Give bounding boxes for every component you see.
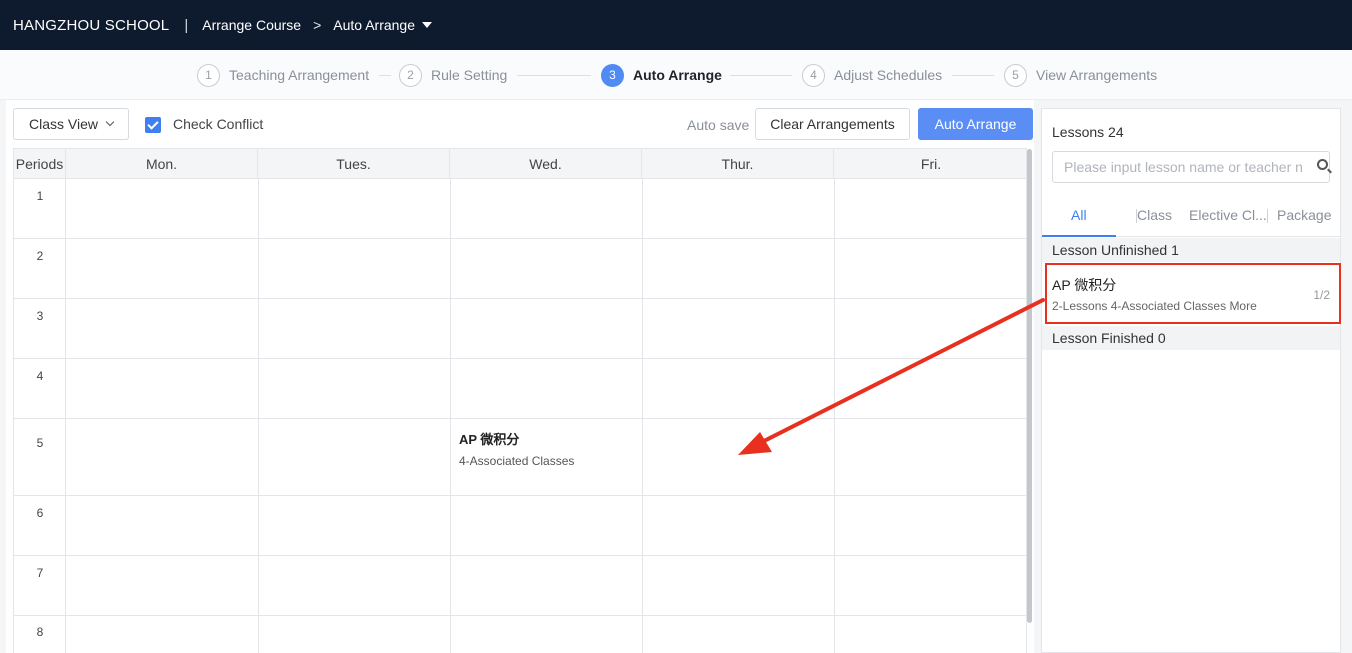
period-row[interactable]: 3 [14,299,1026,359]
day-header-wed: Wed. [450,149,642,179]
column-divider [642,179,643,653]
period-row[interactable]: 8 [14,616,1026,653]
period-number: 7 [36,566,44,580]
top-bar: HANGZHOU SCHOOL | Arrange Course > Auto … [0,0,1352,50]
step-label: Rule Setting [431,67,508,83]
caret-down-icon[interactable] [422,22,433,28]
step-label: Teaching Arrangement [229,67,370,83]
toolbar: Class View Check Conflict Auto save Clea… [13,108,1034,140]
header-separator: | [184,16,189,34]
step-label: Adjust Schedules [834,67,943,83]
tab-class-label: Class [1137,207,1173,223]
day-header-mon: Mon. [66,149,258,179]
step-connector [517,75,591,76]
step-teaching-arrangement[interactable]: 1 Teaching Arrangement [197,63,369,87]
annotation-highlight-box [1045,263,1341,324]
search-icon[interactable] [1317,159,1328,170]
tab-elective-class[interactable]: Elective Cl... [1189,207,1267,223]
clear-arrangements-button[interactable]: Clear Arrangements [755,108,910,140]
period-number: 8 [36,625,44,639]
column-divider [834,179,835,653]
step-number: 4 [802,63,825,87]
period-cell: 3 [14,299,66,358]
periods-header: Periods [14,149,66,179]
step-label: Auto Arrange [633,67,722,83]
period-row[interactable]: 6 [14,496,1026,556]
period-number: 4 [36,369,44,383]
breadcrumb-auto-arrange[interactable]: Auto Arrange [333,17,415,33]
period-cell: 5 [14,419,66,495]
step-label: View Arrangements [1036,67,1158,83]
period-cell: 7 [14,556,66,615]
lessons-panel: Lessons 24 Please input lesson name or t… [1041,108,1341,653]
check-conflict-label[interactable]: Check Conflict [173,116,263,132]
period-cell: 8 [14,616,66,653]
period-row[interactable]: 4 [14,359,1026,419]
chevron-down-icon [105,117,115,127]
step-connector [730,75,792,76]
step-number: 5 [1004,63,1027,87]
period-cell: 4 [14,359,66,418]
step-adjust-schedules[interactable]: 4 Adjust Schedules [802,63,942,87]
breadcrumb-arrange-course[interactable]: Arrange Course [202,17,301,33]
placed-lesson-title: AP 微积分 [459,432,520,447]
step-connector [379,75,391,76]
view-select[interactable]: Class View [13,108,129,140]
step-number: 1 [197,63,220,87]
step-number: 2 [399,63,422,87]
column-divider [258,179,259,653]
placed-lesson-subtitle: 4-Associated Classes [459,454,575,468]
day-header-tue: Tues. [258,149,450,179]
period-row[interactable]: 5 AP 微积分 4-Associated Classes [14,419,1026,496]
period-row[interactable]: 2 [14,239,1026,299]
auto-save-text: Auto save [687,117,750,133]
period-cell: 6 [14,496,66,555]
period-row[interactable]: 7 [14,556,1026,616]
day-header-fri: Fri. [920,156,942,172]
period-cell: 1 [14,179,66,238]
school-name: HANGZHOU SCHOOL [13,16,170,34]
day-header-thu: Thur. [642,149,834,179]
period-number: 3 [36,309,44,323]
period-number: 2 [36,249,44,263]
tab-package[interactable]: Package [1277,207,1331,223]
lesson-tabs: All Class Elective Cl... Package [1042,199,1340,237]
step-number: 3 [601,63,624,87]
lessons-count: Lessons 24 [1052,124,1124,140]
step-rule-setting[interactable]: 2 Rule Setting [399,63,507,87]
placed-lesson-card[interactable]: AP 微积分 4-Associated Classes [459,429,574,468]
period-number: 6 [36,506,44,520]
breadcrumb-chevron-icon: > [313,17,322,33]
step-connector [952,75,994,76]
timetable-scrollbar[interactable] [1027,149,1032,623]
timetable-panel: Class View Check Conflict Auto save Clea… [6,100,1034,653]
tab-all[interactable]: All [1071,207,1087,223]
tab-class[interactable]: Class [1137,207,1172,223]
period-cell: 2 [14,239,66,298]
finished-group-header: Lesson Finished 0 [1042,326,1340,350]
period-row[interactable]: 1 [14,179,1026,239]
period-number: 5 [36,436,44,450]
active-tab-indicator [1042,235,1116,237]
unfinished-group-header: Lesson Unfinished 1 [1042,238,1340,262]
timetable-grid: Periods Mon. Tues. Wed. Thur. Fri. 1 2 3… [13,148,1027,653]
step-bar: 1 Teaching Arrangement 2 Rule Setting 3 … [0,50,1352,100]
period-number: 1 [36,189,44,203]
timetable-header: Periods Mon. Tues. Wed. Thur. Fri. [14,149,1026,179]
column-divider [450,179,451,653]
lesson-search-input[interactable]: Please input lesson name or teacher n [1052,151,1330,183]
step-auto-arrange[interactable]: 3 Auto Arrange [601,63,722,87]
auto-arrange-button[interactable]: Auto Arrange [918,108,1033,140]
check-conflict-checkbox[interactable] [145,117,161,133]
tab-separator [1267,209,1268,223]
step-view-arrangements[interactable]: 5 View Arrangements [1004,63,1157,87]
view-select-value: Class View [29,116,98,132]
